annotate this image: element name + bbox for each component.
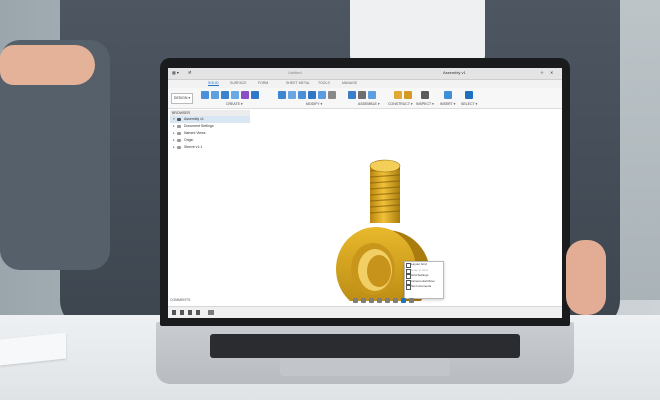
extrude-icon[interactable] — [221, 91, 229, 99]
pan-icon[interactable] — [369, 298, 374, 303]
increment-icon — [406, 285, 411, 290]
construct-menu[interactable]: CONSTRUCT ▾ — [388, 102, 413, 106]
menu-item-set-increments[interactable]: Set Increments — [405, 284, 443, 290]
revolve-icon[interactable] — [231, 91, 239, 99]
step-back-icon[interactable] — [180, 310, 184, 315]
grid-context-menu: Layout Grid Snap to Grid Grid Settings I… — [404, 261, 444, 299]
tab-untitled[interactable]: Untitled — [288, 70, 302, 75]
canvas-viewport[interactable] — [168, 109, 562, 318]
laptop-screen: ▦ ▾ 🗎 Untitled Assembly v1 ＋ ✕ SOLID SUR… — [168, 68, 562, 318]
tab-manage[interactable]: MANAGE — [342, 81, 357, 85]
orbit-icon[interactable] — [353, 298, 358, 303]
measure-icon[interactable] — [421, 91, 429, 99]
modify-menu[interactable]: MODIFY ▾ — [306, 102, 322, 106]
inspect-menu[interactable]: INSPECT ▾ — [416, 102, 434, 106]
press-pull-icon[interactable] — [278, 91, 286, 99]
step-forward-icon[interactable] — [196, 310, 200, 315]
display-settings-icon[interactable] — [393, 298, 398, 303]
ribbon-tabs: SOLID SURFACE FORM SHEET METAL TOOLS MAN… — [168, 80, 562, 88]
insert-image-icon[interactable] — [444, 91, 452, 99]
file-icon[interactable]: 🗎 — [188, 70, 191, 77]
shell-icon[interactable] — [308, 91, 316, 99]
tab-tools[interactable]: TOOLS — [318, 81, 330, 85]
fillet-icon[interactable] — [288, 91, 296, 99]
timeline-feature-icon[interactable] — [208, 310, 214, 315]
grid-snaps-icon[interactable] — [401, 298, 406, 303]
timeline-bar — [168, 306, 562, 318]
tab-solid[interactable]: SOLID — [208, 81, 219, 86]
app-titlebar: ▦ ▾ 🗎 Untitled Assembly v1 ＋ ✕ — [168, 68, 562, 80]
menu-item-label: Set Increments — [411, 284, 432, 288]
tab-form[interactable]: FORM — [258, 81, 268, 85]
look-at-icon[interactable] — [361, 298, 366, 303]
as-built-joint-icon[interactable] — [358, 91, 366, 99]
zoom-icon[interactable] — [377, 298, 382, 303]
new-joint-icon[interactable] — [348, 91, 356, 99]
select-icon[interactable] — [465, 91, 473, 99]
joint-origin-icon[interactable] — [368, 91, 376, 99]
laptop-trackpad — [280, 358, 450, 376]
close-icon[interactable]: ✕ — [550, 70, 553, 75]
fit-icon[interactable] — [385, 298, 390, 303]
rewind-icon[interactable] — [172, 310, 176, 315]
part-model[interactable] — [168, 109, 562, 318]
person-right-hand — [566, 240, 606, 315]
sphere-icon[interactable] — [241, 91, 249, 99]
workspace-switcher[interactable]: DESIGN ▾ — [171, 93, 193, 104]
threaded-shaft — [369, 159, 401, 223]
comments-panel[interactable]: COMMENTS — [170, 298, 230, 303]
add-tab-icon[interactable]: ＋ — [540, 70, 544, 76]
viewports-icon[interactable] — [409, 298, 414, 303]
ribbon-toolbar: DESIGN ▾ CREATE ▾ MODIFY ▾ ASSEMBLE ▾ CO… — [168, 88, 562, 109]
laptop-keyboard — [210, 334, 520, 358]
menu-item-label: Grid Settings — [411, 273, 429, 277]
person-pointing-hand — [0, 45, 95, 85]
tab-sheet-metal[interactable]: SHEET METAL — [286, 81, 310, 85]
move-icon[interactable] — [328, 91, 336, 99]
grid-menu-icon[interactable]: ▦ ▾ — [172, 70, 179, 75]
assemble-menu[interactable]: ASSEMBLE ▾ — [358, 102, 380, 106]
navigation-bar — [353, 297, 423, 304]
axis-icon[interactable] — [404, 91, 412, 99]
tab-assembly[interactable]: Assembly v1 — [443, 70, 466, 75]
select-menu[interactable]: SELECT ▾ — [461, 102, 477, 106]
menu-item-label: Layout Grid — [411, 262, 427, 266]
combine-icon[interactable] — [318, 91, 326, 99]
hole-icon[interactable] — [251, 91, 259, 99]
sketch-icon[interactable] — [211, 91, 219, 99]
menu-item-label: Incremental Move — [411, 278, 435, 283]
play-icon[interactable] — [188, 310, 192, 315]
tab-surface[interactable]: SURFACE — [230, 81, 247, 85]
menu-item-label: Snap to Grid — [411, 267, 428, 272]
create-menu[interactable]: CREATE ▾ — [226, 102, 243, 106]
offset-plane-icon[interactable] — [394, 91, 402, 99]
workspace-label: DESIGN — [173, 96, 188, 100]
insert-menu[interactable]: INSERT ▾ — [440, 102, 455, 106]
new-component-icon[interactable] — [201, 91, 209, 99]
chamfer-icon[interactable] — [298, 91, 306, 99]
